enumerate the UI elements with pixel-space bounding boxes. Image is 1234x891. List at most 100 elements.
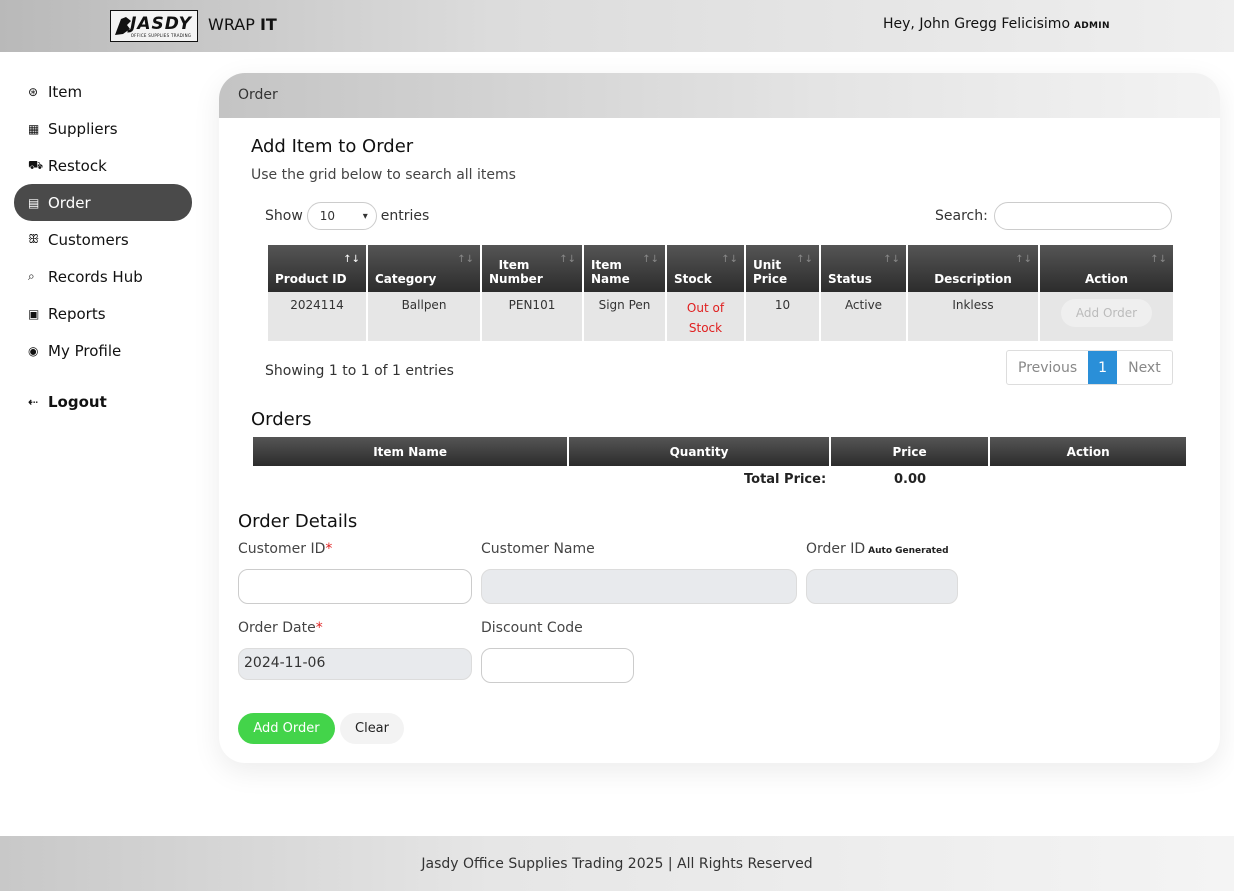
customer-id-field[interactable] — [238, 569, 472, 604]
page-1-button[interactable]: 1 — [1088, 351, 1118, 384]
sidebar-item-restock[interactable]: ⛟ Restock — [14, 147, 192, 184]
next-page-button[interactable]: Next — [1117, 351, 1172, 384]
role-badge: ADMIN — [1074, 21, 1110, 31]
label-text: Order ID — [806, 541, 866, 557]
app-brand: WRAP IT — [208, 15, 277, 34]
clear-button[interactable]: Clear — [340, 713, 404, 744]
sidebar-item-label: Suppliers — [48, 119, 118, 138]
orders-title: Orders — [251, 409, 312, 430]
sidebar-item-label: Records Hub — [48, 267, 143, 286]
logout-icon: ⇠ — [28, 394, 39, 409]
store-icon: ▦ — [28, 121, 40, 136]
col-order-quantity: Quantity — [569, 437, 829, 466]
sidebar-item-item[interactable]: ⊛ Item — [14, 73, 192, 110]
search-label: Search: — [935, 208, 988, 224]
order-date-field: 2024-11-06 — [238, 648, 472, 680]
add-order-button[interactable]: Add Order — [238, 713, 335, 744]
cell-unit-price: 10 — [746, 292, 819, 341]
footer-text: Jasdy Office Supplies Trading 2025 | All… — [421, 855, 813, 872]
col-unit-price[interactable]: ↑↓ Unit Price — [746, 245, 819, 292]
user-greeting: Hey, John Gregg Felicisimo ADMIN — [883, 16, 1110, 32]
discount-code-field[interactable] — [481, 648, 634, 683]
label-text: Customer ID — [238, 541, 326, 557]
jasdy-logo[interactable]: JASDY OFFICE SUPPLIES TRADING — [110, 10, 198, 42]
sidebar-item-label: Restock — [48, 156, 107, 175]
pagination: Previous 1 Next — [1006, 350, 1173, 385]
users-icon: ꕥ — [28, 232, 40, 246]
order-date-label: Order Date* — [238, 620, 323, 636]
sidebar-item-label: Reports — [48, 304, 106, 323]
col-product-id[interactable]: ↑↓ Product ID — [268, 245, 366, 292]
logout-label: Logout — [48, 392, 107, 411]
cell-description: Inkless — [908, 292, 1038, 341]
col-status[interactable]: ↑↓ Status — [821, 245, 906, 292]
entries-select[interactable]: 10 ▾ — [306, 202, 377, 230]
col-order-item-name: Item Name — [253, 437, 568, 466]
cell-product-id: 2024114 — [268, 292, 366, 341]
sidebar-item-reports[interactable]: ▣ Reports — [14, 295, 192, 332]
cell-action: Add Order — [1040, 292, 1173, 341]
search-input[interactable] — [993, 202, 1172, 230]
sidebar-item-label: Customers — [48, 230, 129, 249]
box-icon: ⊛ — [28, 84, 39, 99]
clipboard-icon: ▣ — [28, 306, 40, 321]
cell-item-name-link[interactable]: Sign Pen — [584, 292, 665, 341]
brand-prefix: WRAP — [208, 15, 260, 34]
footer: Jasdy Office Supplies Trading 2025 | All… — [0, 836, 1234, 891]
entries-control: Show 10 ▾ entries — [265, 202, 429, 230]
sidebar-item-my-profile[interactable]: ◉ My Profile — [14, 332, 192, 369]
add-item-title: Add Item to Order — [251, 136, 414, 157]
customer-name-field — [481, 569, 797, 604]
breadcrumb: Order — [219, 73, 1220, 118]
top-header: JASDY OFFICE SUPPLIES TRADING WRAP IT He… — [0, 0, 1234, 52]
stock-status: Out of Stock — [686, 301, 725, 335]
col-label: Item Number — [489, 258, 543, 286]
table-row: 2024114 Ballpen PEN101 Sign Pen Out of S… — [268, 292, 1173, 341]
items-table: ↑↓ Product ID ↑↓ Category ↑↓ Item Number ↑↓… — [266, 245, 1175, 341]
total-price-value: 0.00 — [894, 472, 927, 487]
col-description[interactable]: ↑↓ Description — [908, 245, 1038, 292]
sort-icon: ↑↓ — [642, 254, 659, 265]
sort-icon: ↑↓ — [559, 254, 576, 265]
order-id-label: Order ID Auto Generated — [806, 541, 949, 557]
sidebar: ⊛ Item ▦ Suppliers ⛟ Restock ▤ Order ꕥ Custom… — [14, 73, 192, 420]
col-category[interactable]: ↑↓ Category — [368, 245, 480, 292]
sort-icon: ↑↓ — [457, 254, 474, 265]
col-item-number[interactable]: ↑↓ Item Number — [482, 245, 582, 292]
col-stock[interactable]: ↑↓ Stock — [667, 245, 744, 292]
total-price-label: Total Price: — [744, 472, 827, 487]
order-id-field — [806, 569, 958, 604]
add-order-row-button[interactable]: Add Order — [1060, 299, 1153, 327]
user-circle-icon: ◉ — [28, 343, 39, 358]
sidebar-item-order[interactable]: ▤ Order — [14, 184, 192, 221]
col-label: Category — [375, 272, 437, 286]
col-label: Item Name — [591, 258, 630, 286]
sidebar-item-customers[interactable]: ꕥ Customers — [14, 221, 192, 258]
required-mark: * — [325, 541, 333, 557]
previous-page-button[interactable]: Previous — [1007, 351, 1088, 384]
cell-category: Ballpen — [368, 292, 480, 341]
sidebar-item-suppliers[interactable]: ▦ Suppliers — [14, 110, 192, 147]
col-label: Description — [934, 272, 1012, 286]
cell-status: Active — [821, 292, 906, 341]
col-label: Status — [828, 272, 872, 286]
cart-icon: ⛟ — [28, 157, 44, 172]
table-info: Showing 1 to 1 of 1 entries — [265, 363, 454, 379]
customer-name-label: Customer Name — [481, 541, 595, 557]
orders-table: Item Name Quantity Price Action — [251, 437, 1188, 466]
search-doc-icon: ⌕ — [28, 269, 35, 283]
logo-mark-icon — [115, 17, 131, 35]
greeting-text: Hey, John Gregg Felicisimo — [883, 16, 1071, 32]
brand-bold: IT — [259, 15, 277, 34]
col-action: ↑↓ Action — [1040, 245, 1173, 292]
col-item-name[interactable]: ↑↓ Item Name — [584, 245, 665, 292]
col-label: Product ID — [275, 272, 347, 286]
table-search: Search: — [935, 202, 1172, 230]
order-details-title: Order Details — [238, 511, 358, 532]
sidebar-item-logout[interactable]: ⇠ Logout — [14, 383, 192, 420]
entries-label: entries — [380, 208, 430, 224]
sidebar-item-records-hub[interactable]: ⌕ Records Hub — [14, 258, 192, 295]
col-label: Unit Price — [753, 258, 788, 286]
sort-icon: ↑↓ — [796, 254, 813, 265]
add-item-subtitle: Use the grid below to search all items — [251, 167, 516, 183]
